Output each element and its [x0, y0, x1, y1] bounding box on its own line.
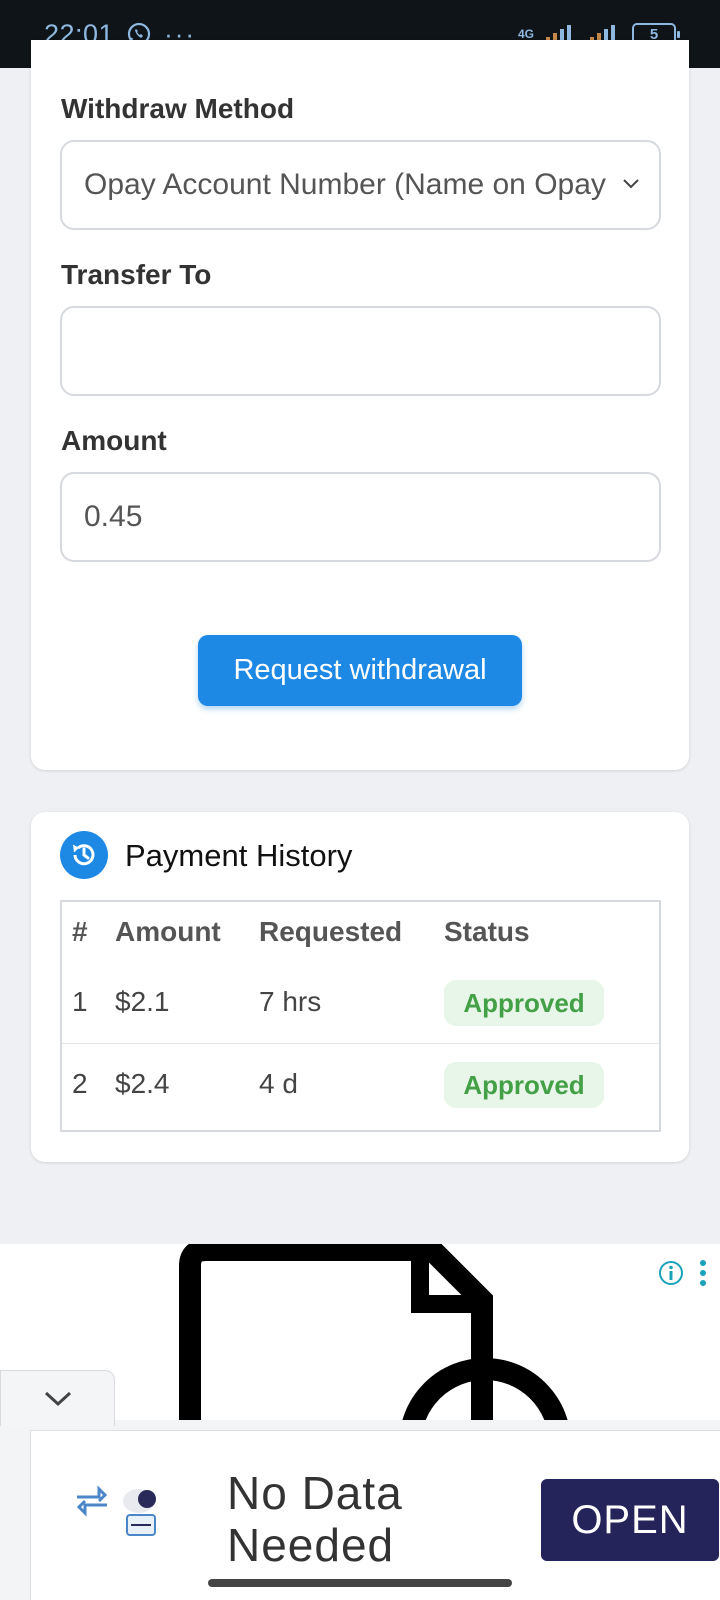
transfer-to-input[interactable] [60, 306, 661, 396]
chevron-down-icon [44, 1391, 71, 1406]
app-logo-icon [76, 1485, 156, 1536]
amount-value: 0.45 [84, 500, 143, 533]
row-requested: 4 d [259, 1068, 298, 1099]
request-withdrawal-button[interactable]: Request withdrawal [198, 635, 522, 706]
network-type: 4G [517, 27, 534, 41]
column-header-status: Status [444, 916, 530, 947]
chevron-down-icon [623, 179, 639, 189]
withdraw-method-label: Withdraw Method [61, 93, 295, 124]
info-icon[interactable] [658, 1260, 684, 1286]
row-requested: 7 hrs [259, 986, 322, 1017]
row-amount: $2.4 [115, 1068, 170, 1099]
history-icon [60, 831, 108, 879]
collapse-ad-button[interactable] [0, 1370, 115, 1426]
status-badge: Approved [444, 1062, 604, 1108]
column-header-requested: Requested [259, 916, 403, 947]
ad-headline: No Data Needed [227, 1467, 403, 1571]
row-index: 1 [72, 986, 88, 1017]
open-button[interactable]: OPEN [541, 1479, 719, 1561]
withdraw-method-select[interactable]: Opay Account Number (Name on Opay [60, 140, 661, 230]
amount-input[interactable]: 0.45 [60, 472, 661, 562]
row-index: 2 [72, 1068, 88, 1099]
row-divider [62, 1043, 659, 1044]
withdraw-method-value: Opay Account Number (Name on Opay [84, 168, 606, 201]
payment-history-title: Payment History [125, 838, 353, 873]
home-indicator[interactable] [208, 1579, 512, 1587]
row-amount: $2.1 [115, 986, 170, 1017]
column-header-amount: Amount [115, 916, 221, 947]
more-vertical-icon[interactable] [698, 1258, 708, 1288]
payment-history-card: Payment History # Amount Requested Statu… [31, 812, 689, 1162]
payment-history-table: # Amount Requested Status 1 $2.1 7 hrs A… [60, 900, 661, 1132]
withdraw-form-card: Withdraw Method Opay Account Number (Nam… [31, 40, 689, 770]
column-header-index: # [72, 916, 88, 947]
amount-label: Amount [61, 425, 167, 456]
ad-banner[interactable]: No Data Needed OPEN [30, 1430, 720, 1600]
transfer-to-label: Transfer To [61, 259, 212, 290]
status-badge: Approved [444, 980, 604, 1026]
